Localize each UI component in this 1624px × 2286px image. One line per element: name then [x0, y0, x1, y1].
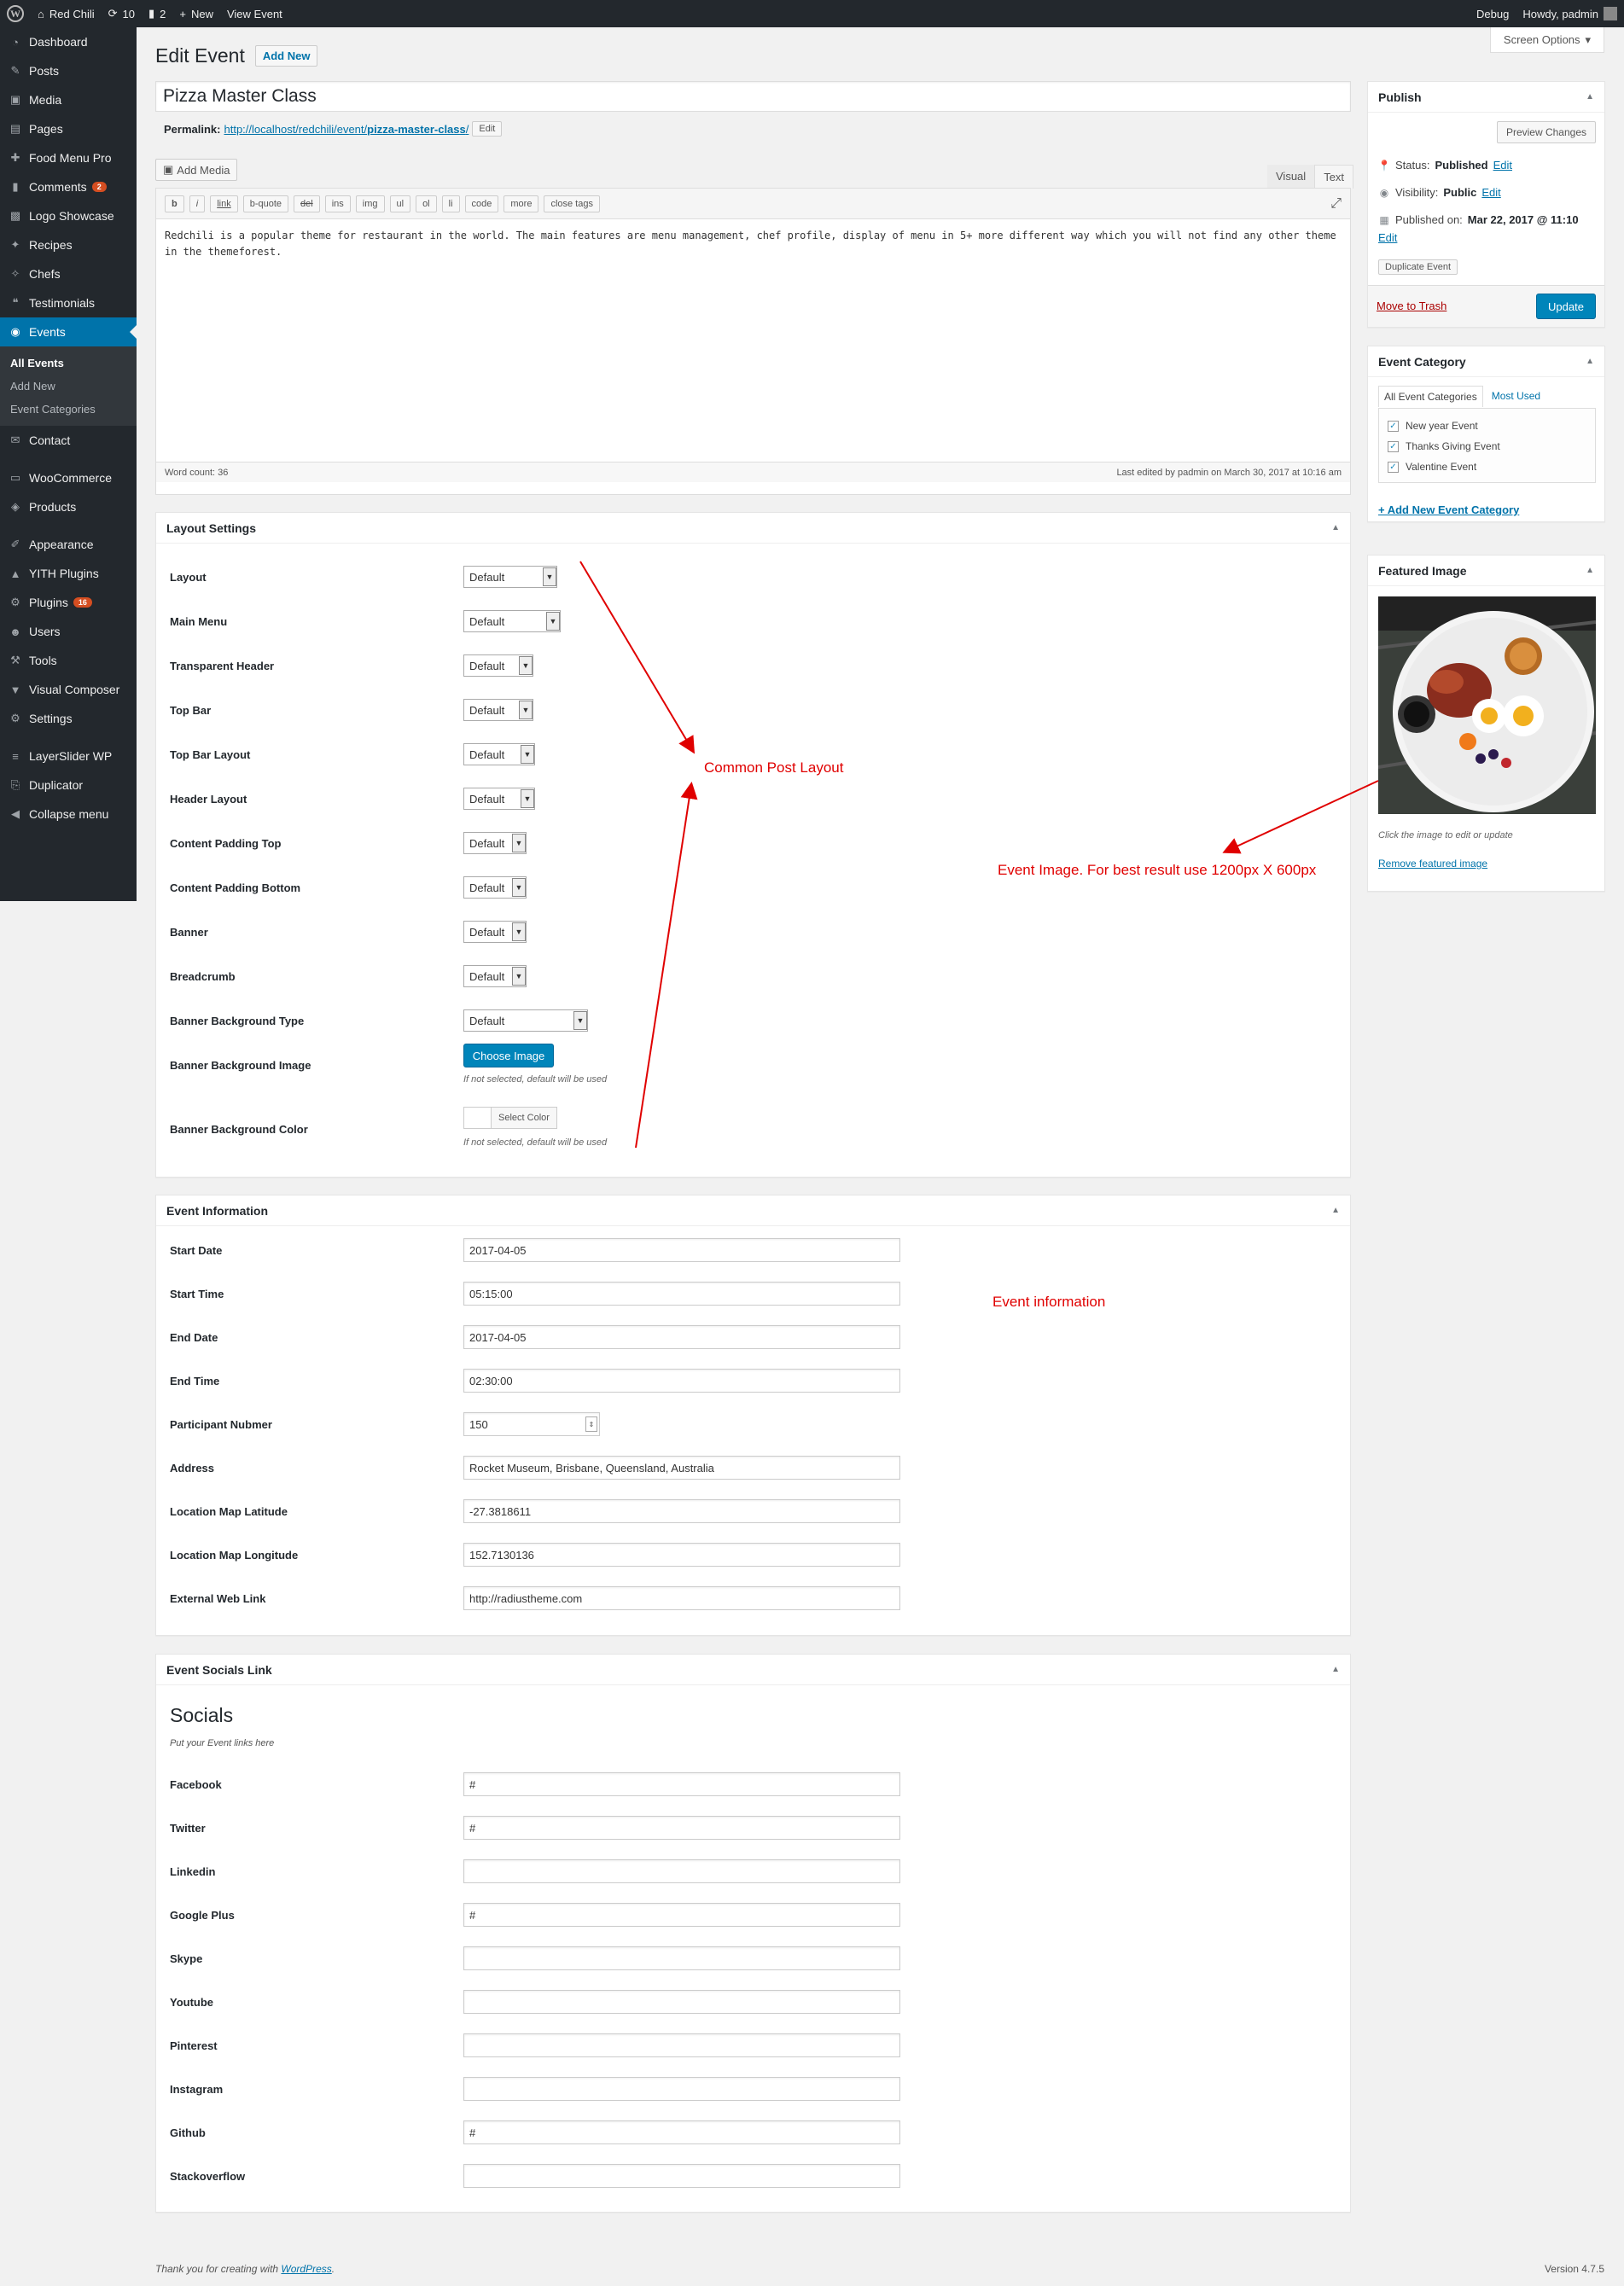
footer-thanks: Thank you for creating with WordPress. — [155, 2263, 335, 2275]
footer-version: Version 4.7.5 — [1544, 2263, 1604, 2275]
wordpress-link[interactable]: WordPress — [281, 2263, 331, 2275]
annotation-event-info: Event information — [992, 1294, 1106, 1310]
arrow-event-image — [1222, 780, 1379, 854]
arrow-common-layout-top — [579, 561, 696, 754]
arrow-common-layout-bottom — [635, 782, 698, 1149]
annotation-common-layout: Common Post Layout — [704, 759, 844, 776]
annotation-event-image: Event Image. For best result use 1200px … — [998, 862, 1317, 878]
annotation-arrows — [579, 561, 1379, 1149]
